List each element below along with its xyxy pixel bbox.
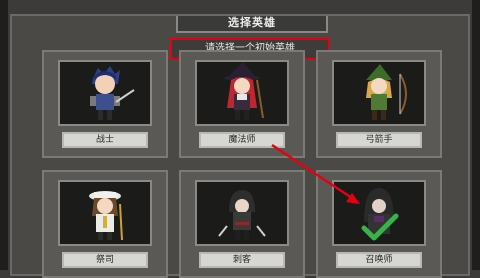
hero-card-archer[interactable]: 弓箭手 [316,50,442,158]
panel-title: 选择英雄 [176,16,328,33]
right-edge [472,0,480,270]
hero-card-assassin[interactable]: 刺客 [179,170,305,278]
hero-portrait-assassin [195,180,289,246]
hero-name-priest: 祭司 [62,252,148,268]
hero-portrait-summoner [332,180,426,246]
hero-portrait-archer [332,60,426,126]
hero-name-summoner: 召唤师 [336,252,422,268]
hero-select-panel: 选择英雄 请选择一个初始英雄 战士 魔法师 弓箭手 祭司 刺客 召唤师 [10,14,470,278]
hero-name-mage: 魔法师 [199,132,285,148]
hero-card-warrior[interactable]: 战士 [42,50,168,158]
hero-portrait-priest [58,180,152,246]
hero-name-archer: 弓箭手 [336,132,422,148]
left-edge [0,0,8,270]
hero-portrait-mage [195,60,289,126]
hero-card-summoner[interactable]: 召唤师 [316,170,442,278]
hero-card-mage[interactable]: 魔法师 [179,50,305,158]
hero-name-warrior: 战士 [62,132,148,148]
hero-portrait-warrior [58,60,152,126]
hero-name-assassin: 刺客 [199,252,285,268]
hero-card-priest[interactable]: 祭司 [42,170,168,278]
